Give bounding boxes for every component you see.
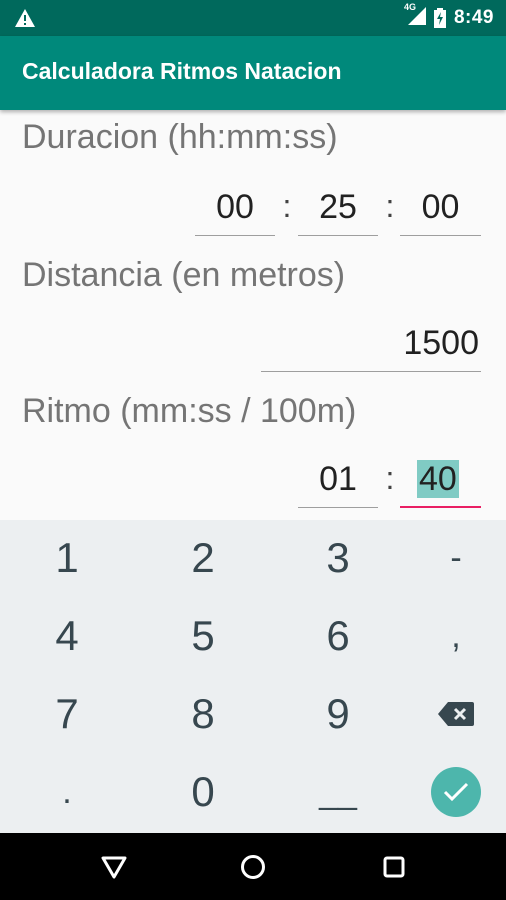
key-6[interactable]: 6 [275, 598, 401, 674]
back-button[interactable] [94, 847, 134, 887]
battery-charging-icon [433, 8, 446, 28]
key-5[interactable]: 5 [140, 598, 266, 674]
duracion-minutes-input[interactable]: 25 [298, 184, 378, 236]
recents-square-icon [383, 856, 405, 878]
done-check-icon [443, 782, 469, 802]
back-triangle-icon [101, 856, 127, 879]
duracion-label: Duracion (hh:mm:ss) [22, 118, 338, 156]
form-content: Duracion (hh:mm:ss) 00 : 25 : 00 Distanc… [0, 110, 506, 520]
key-minus[interactable]: - [393, 520, 506, 596]
key-2[interactable]: 2 [140, 520, 266, 596]
key-7[interactable]: 7 [4, 676, 130, 752]
done-button [431, 767, 481, 817]
status-bar: 4G 8:49 [0, 0, 506, 36]
recents-button[interactable] [374, 847, 414, 887]
key-comma[interactable]: , [393, 598, 506, 674]
underline [298, 235, 378, 236]
home-button[interactable] [233, 847, 273, 887]
duracion-minutes-value: 25 [319, 188, 357, 226]
app-title: Calculadora Ritmos Natacion [22, 58, 342, 84]
signal-icon: 4G [404, 2, 426, 30]
underline [298, 507, 378, 508]
distancia-label: Distancia (en metros) [22, 256, 346, 294]
network-type: 4G [403, 1, 416, 12]
home-circle-icon [241, 855, 265, 879]
key-9[interactable]: 9 [275, 676, 401, 752]
numeric-keyboard: 1 2 3 - 4 5 6 , 7 8 9 . 0 __ [0, 520, 506, 833]
duracion-hours-input[interactable]: 00 [195, 184, 275, 236]
ritmo-seconds-input[interactable]: 40 [400, 456, 481, 508]
key-1[interactable]: 1 [4, 520, 130, 596]
separator: : [385, 460, 395, 496]
duracion-hours-value: 00 [216, 188, 254, 226]
done-key[interactable] [393, 754, 506, 830]
ritmo-label: Ritmo (mm:ss / 100m) [22, 392, 357, 430]
navigation-bar [0, 833, 506, 900]
key-8[interactable]: 8 [140, 676, 266, 752]
ritmo-minutes-value: 01 [319, 460, 357, 498]
ritmo-seconds-value: 40 [400, 460, 481, 499]
warning-icon [15, 9, 35, 27]
separator: : [385, 188, 395, 224]
key-0[interactable]: 0 [140, 754, 266, 830]
underline [400, 235, 481, 236]
ritmo-minutes-input[interactable]: 01 [298, 456, 378, 508]
key-space[interactable]: __ [275, 754, 401, 830]
separator: : [282, 188, 292, 224]
distancia-value: 1500 [403, 324, 479, 362]
backspace-icon [438, 702, 474, 726]
underline [195, 235, 275, 236]
status-time: 8:49 [453, 7, 494, 28]
distancia-input[interactable]: 1500 [261, 320, 481, 372]
duracion-seconds-value: 00 [421, 188, 460, 226]
focus-underline [400, 506, 481, 508]
key-period[interactable]: . [4, 754, 130, 830]
key-4[interactable]: 4 [4, 598, 130, 674]
backspace-key[interactable] [393, 676, 506, 752]
underline [261, 371, 481, 372]
selected-text: 40 [417, 460, 459, 498]
duracion-seconds-input[interactable]: 00 [400, 184, 481, 236]
app-bar: Calculadora Ritmos Natacion [0, 36, 506, 110]
key-3[interactable]: 3 [275, 520, 401, 596]
